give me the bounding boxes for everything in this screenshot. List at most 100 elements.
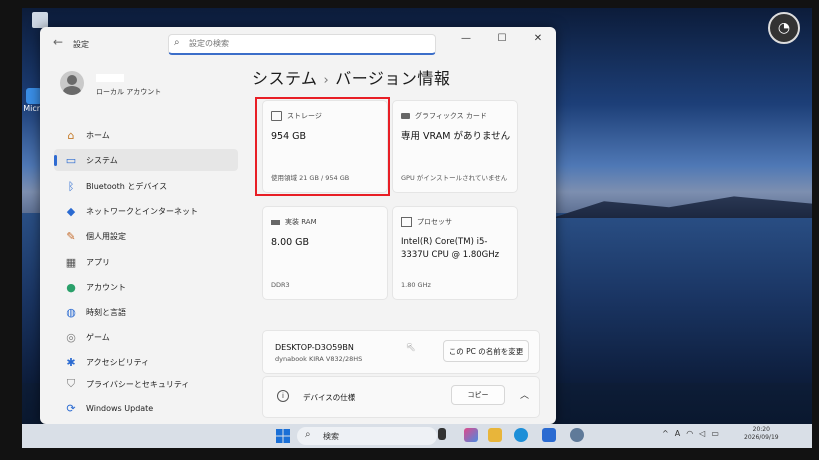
sidebar-item-label: プライバシーとセキュリティ [86, 379, 190, 389]
ime-icon[interactable]: A [675, 429, 680, 438]
sidebar-item-label: ホーム [86, 130, 110, 140]
back-arrow-icon[interactable]: ← [48, 35, 68, 53]
sidebar-item-bluetooth[interactable]: ᛒ Bluetooth とデバイス [54, 175, 238, 197]
info-icon: i [277, 390, 289, 402]
ram-card-title: 実装 RAM [285, 218, 317, 226]
ram-value: 8.00 GB [271, 237, 310, 248]
graphics-value: 専用 VRAM がありません [401, 131, 511, 142]
taskbar-search-label: 検索 [323, 432, 339, 441]
ram-card[interactable]: 実装 RAM 8.00 GB DDR3 [262, 206, 388, 300]
apps-icon: ▦ [65, 255, 77, 269]
ram-icon [271, 219, 280, 225]
sidebar-item-personalization[interactable]: ✎ 個人用設定 [54, 225, 238, 247]
sidebar-item-windows-update[interactable]: ⟳ Windows Update [54, 397, 238, 419]
processor-card-title: プロセッサ [417, 218, 452, 226]
settings-gear-icon[interactable] [570, 428, 584, 442]
avatar[interactable] [60, 71, 84, 95]
graphics-card-header: グラフィックス カード [401, 111, 487, 121]
window-controls: — ☐ ✕ [448, 27, 556, 47]
close-button[interactable]: ✕ [520, 27, 556, 49]
volume-icon[interactable]: ◁ [699, 429, 705, 438]
home-icon: ⌂ [67, 128, 75, 142]
sidebar-item-label: アカウント [86, 282, 126, 292]
device-model: dynabook KIRA V832/28HS [275, 355, 363, 363]
system-tray: ^ A ◠ ◁ ▭ [662, 429, 719, 438]
processor-card[interactable]: プロセッサ Intel(R) Core(TM) i5-3337U CPU @ 1… [392, 206, 518, 300]
recycle-bin-icon [32, 12, 48, 28]
search-box[interactable]: ⌕ [168, 34, 436, 55]
breadcrumb-parent[interactable]: システム [252, 69, 318, 88]
clock-date: 2026/09/19 [744, 434, 779, 441]
account-icon: ● [66, 280, 76, 294]
sidebar-item-system[interactable]: ▭ システム [54, 149, 238, 171]
device-specs-label: デバイスの仕様 [303, 393, 356, 402]
store-icon[interactable] [542, 428, 556, 442]
device-name-bar: DESKTOP-D3O59BN dynabook KIRA V832/28HS … [262, 330, 540, 374]
settings-window: ← 設定 ⌕ — ☐ ✕ ローカル アカウント ⌂ ホーム ▭ システム ᛒ B… [40, 27, 556, 424]
sidebar-item-network[interactable]: ◆ ネットワークとインターネット [54, 200, 238, 222]
task-view-icon[interactable] [438, 428, 446, 440]
active-indicator [54, 155, 57, 166]
taskbar: ⌕ 検索 ^ A ◠ ◁ ▭ 20:20 2026/09/19 [22, 424, 812, 448]
search-input[interactable] [189, 37, 429, 50]
sidebar-item-label: ネットワークとインターネット [86, 206, 198, 216]
chevron-up-icon[interactable]: ^ [662, 429, 669, 438]
sidebar-item-gaming[interactable]: ◎ ゲーム [54, 326, 238, 348]
game-controller-icon: ◎ [66, 330, 76, 344]
breadcrumb-separator: › [323, 73, 330, 88]
bluetooth-icon: ᛒ [67, 179, 75, 193]
taskbar-search[interactable]: ⌕ 検索 [297, 427, 437, 445]
accessibility-icon: ✱ [66, 355, 76, 369]
system-icon: ▭ [65, 153, 77, 167]
device-name: DESKTOP-D3O59BN [275, 343, 354, 352]
chevron-up-icon[interactable]: ︿ [520, 388, 529, 401]
windows-start-icon[interactable] [276, 429, 290, 443]
update-icon: ⟳ [66, 401, 76, 415]
sidebar-item-label: 時刻と言語 [86, 307, 126, 317]
ram-card-header: 実装 RAM [271, 217, 317, 227]
sidebar-item-label: アプリ [86, 257, 110, 267]
sidebar-item-label: 個人用設定 [86, 231, 126, 241]
storage-highlight-box [255, 97, 390, 196]
wifi-tray-icon[interactable]: ◠ [686, 429, 693, 438]
minimize-button[interactable]: — [448, 27, 484, 49]
sidebar-item-time-language[interactable]: ◍ 時刻と言語 [54, 301, 238, 323]
copy-button[interactable]: コピー [451, 385, 505, 405]
sidebar-item-apps[interactable]: ▦ アプリ [54, 251, 238, 273]
rename-pc-button[interactable]: この PC の名前を変更 [443, 340, 529, 362]
sidebar-item-label: アクセシビリティ [86, 357, 150, 367]
sidebar-item-accessibility[interactable]: ✱ アクセシビリティ [54, 351, 238, 373]
processor-footer: 1.80 GHz [401, 281, 431, 289]
sidebar-item-label: ゲーム [86, 332, 110, 342]
sidebar-item-privacy[interactable]: ⛉ プライバシーとセキュリティ [54, 373, 238, 395]
search-icon: ⌕ [174, 37, 180, 48]
sidebar-item-accounts[interactable]: ● アカウント [54, 276, 238, 298]
sidebar: ローカル アカウント ⌂ ホーム ▭ システム ᛒ Bluetooth とデバイ… [52, 67, 242, 424]
title-bar: ← 設定 ⌕ — ☐ ✕ [40, 27, 556, 61]
user-name-redacted [96, 74, 124, 82]
edge-browser-icon[interactable] [514, 428, 528, 442]
monitor-bottom-bezel [0, 448, 819, 460]
shortcut-clock-icon[interactable]: ◔ [768, 12, 800, 44]
processor-value: Intel(R) Core(TM) i5-3337U CPU @ 1.80GHz [401, 237, 500, 260]
account-type: ローカル アカウント [96, 88, 162, 96]
mouse-cursor-icon: ↖ [406, 340, 417, 354]
maximize-button[interactable]: ☐ [484, 27, 520, 49]
brush-icon: ✎ [66, 229, 76, 243]
graphics-card[interactable]: グラフィックス カード 専用 VRAM がありません GPU がインストールされ… [392, 100, 518, 193]
battery-icon[interactable]: ▭ [711, 429, 719, 438]
sidebar-item-label: システム [86, 155, 118, 165]
page-title: バージョン情報 [335, 69, 451, 88]
file-explorer-icon[interactable] [488, 428, 502, 442]
sidebar-item-label: Windows Update [86, 403, 154, 413]
search-icon: ⌕ [305, 429, 311, 440]
wifi-icon: ◆ [66, 204, 76, 218]
breadcrumb: システム › バージョン情報 [252, 65, 450, 89]
shield-icon: ⛉ [66, 377, 76, 390]
widgets-icon[interactable] [464, 428, 478, 442]
clock[interactable]: 20:20 2026/09/19 [744, 426, 779, 442]
device-specs-section[interactable]: i デバイスの仕様 コピー ︿ [262, 376, 540, 418]
clock-time: 20:20 [752, 426, 770, 433]
app-title: 設定 [73, 40, 89, 49]
sidebar-item-home[interactable]: ⌂ ホーム [54, 124, 238, 146]
